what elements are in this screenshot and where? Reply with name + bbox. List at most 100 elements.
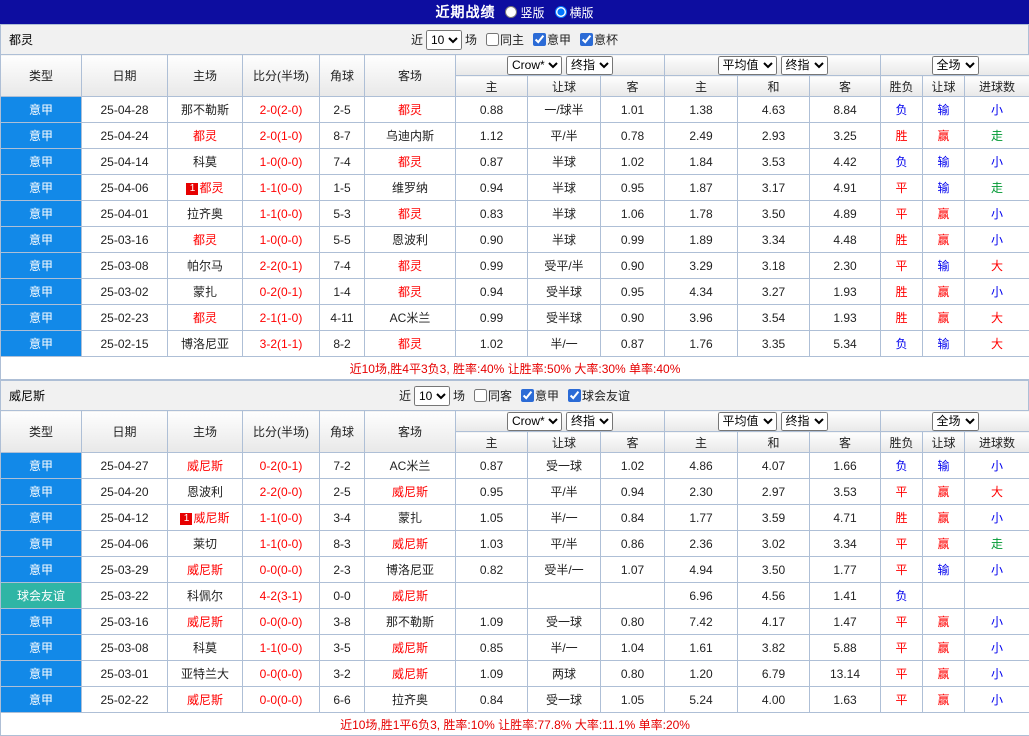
filter-checkbox-input[interactable] (486, 33, 499, 46)
home-team-name: 都灵 (193, 311, 217, 325)
filter-checkbox-2[interactable]: 意甲 (521, 387, 559, 404)
goals-result-cell: 走 (965, 123, 1029, 149)
avg-draw-cell: 3.35 (738, 331, 810, 357)
layout-radio-horizontal[interactable]: 横版 (555, 4, 594, 21)
away-team-cell: 威尼斯 (365, 635, 456, 661)
home-team-cell: 威尼斯 (168, 609, 243, 635)
home-odds-cell: 0.82 (456, 557, 528, 583)
layout-radio-vertical[interactable]: 竖版 (505, 4, 544, 21)
final-index-select-2[interactable]: 终指 (781, 412, 828, 431)
odds-source-select[interactable]: Crow* (507, 56, 562, 75)
horizontal-radio-input[interactable] (555, 6, 567, 18)
handicap-result-cell: 赢 (923, 279, 965, 305)
handicap-result-cell: 赢 (923, 661, 965, 687)
corner-cell: 5-3 (320, 201, 365, 227)
goals-result-cell: 小 (965, 687, 1029, 713)
handicap-result-cell: 赢 (923, 635, 965, 661)
table-row: 意甲25-04-06莱切1-1(0-0)8-3威尼斯1.03平/半0.862.3… (1, 531, 1029, 557)
home-odds-cell: 0.83 (456, 201, 528, 227)
goals-result-cell: 小 (965, 227, 1029, 253)
filter-checkbox-2[interactable]: 意甲 (533, 31, 571, 48)
filter-checkbox-input[interactable] (533, 33, 546, 46)
table-row: 意甲25-04-01拉齐奥1-1(0-0)5-3都灵0.83半球1.061.78… (1, 201, 1029, 227)
avg-draw-cell: 3.34 (738, 227, 810, 253)
date-cell: 25-03-08 (82, 253, 168, 279)
team-name: 都灵 (9, 31, 33, 48)
away-team-name: 拉齐奥 (392, 693, 428, 707)
table-row: 球会友谊25-03-22科佩尔4-2(3-1)0-0威尼斯6.964.561.4… (1, 583, 1029, 609)
date-cell: 25-03-16 (82, 609, 168, 635)
handicap-cell: 平/半 (528, 531, 601, 557)
filter-checkbox-input[interactable] (474, 389, 487, 402)
filter-checkbox-input[interactable] (521, 389, 534, 402)
away-team-name: 威尼斯 (392, 667, 428, 681)
sub-column-header: 主 (456, 432, 528, 453)
home-team-cell: 科莫 (168, 149, 243, 175)
table-row: 意甲25-04-14科莫1-0(0-0)7-4都灵0.87半球1.021.843… (1, 149, 1029, 175)
average-select[interactable]: 平均值 (718, 412, 777, 431)
avg-away-cell: 4.48 (810, 227, 881, 253)
handicap-result-cell: 赢 (923, 479, 965, 505)
topbar: 近期战绩 竖版 横版 (0, 0, 1029, 24)
home-team-cell: 亚特兰大 (168, 661, 243, 687)
column-header: 角球 (320, 55, 365, 97)
away-odds-cell: 0.80 (601, 661, 665, 687)
full-match-select[interactable]: 全场 (932, 412, 979, 431)
score-cell: 2-0(2-0) (243, 97, 320, 123)
avg-away-cell: 5.34 (810, 331, 881, 357)
goals-result-cell: 大 (965, 479, 1029, 505)
home-team-name: 科莫 (193, 641, 217, 655)
corner-cell: 8-3 (320, 531, 365, 557)
final-index-select-1[interactable]: 终指 (566, 56, 613, 75)
avg-draw-cell: 4.17 (738, 609, 810, 635)
table-row: 意甲25-02-22威尼斯0-0(0-0)6-6拉齐奥0.84受一球1.055.… (1, 687, 1029, 713)
odds-source-select[interactable]: Crow* (507, 412, 562, 431)
date-cell: 25-04-06 (82, 531, 168, 557)
filter-checkbox-input[interactable] (568, 389, 581, 402)
away-team-cell: 蒙扎 (365, 505, 456, 531)
filter-checkbox-3[interactable]: 意杯 (580, 31, 618, 48)
filter-checkbox-3[interactable]: 球会友谊 (568, 387, 630, 404)
result-cell: 负 (881, 97, 923, 123)
home-team-name: 科佩尔 (187, 589, 223, 603)
filter-checkbox-label: 意杯 (594, 31, 618, 48)
filter-checkbox-1[interactable]: 同客 (474, 387, 512, 404)
average-select[interactable]: 平均值 (718, 56, 777, 75)
date-cell: 25-02-15 (82, 331, 168, 357)
match-count-select[interactable]: 10 (414, 386, 450, 406)
final-index-select-2[interactable]: 终指 (781, 56, 828, 75)
type-cell: 意甲 (1, 479, 82, 505)
table-row: 意甲25-03-01亚特兰大0-0(0-0)3-2威尼斯1.09两球0.801.… (1, 661, 1029, 687)
sub-column-header: 让球 (528, 432, 601, 453)
final-index-select-1[interactable]: 终指 (566, 412, 613, 431)
summary-text: 近10场,胜4平3负3, 胜率:40% 让胜率:50% 大率:30% 单率:40… (1, 357, 1029, 380)
handicap-result-cell: 赢 (923, 505, 965, 531)
date-cell: 25-03-02 (82, 279, 168, 305)
away-team-name: 都灵 (398, 207, 422, 221)
home-team-cell: 帕尔马 (168, 253, 243, 279)
corner-cell: 5-5 (320, 227, 365, 253)
table-row: 意甲25-03-08科莫1-1(0-0)3-5威尼斯0.85半/一1.041.6… (1, 635, 1029, 661)
goals-result-cell: 小 (965, 279, 1029, 305)
away-team-cell: 恩波利 (365, 227, 456, 253)
away-odds-cell: 0.94 (601, 479, 665, 505)
score-cell: 0-0(0-0) (243, 609, 320, 635)
match-count-select[interactable]: 10 (426, 30, 462, 50)
away-team-name: AC米兰 (390, 311, 431, 325)
filter-checkbox-input[interactable] (580, 33, 593, 46)
column-header: 主场 (168, 411, 243, 453)
filter-checkbox-label: 意甲 (535, 387, 559, 404)
header-row-top: 类型日期主场比分(半场)角球客场Crow*终指平均值终指全场 (1, 55, 1029, 76)
away-team-cell: 拉齐奥 (365, 687, 456, 713)
score-cell: 2-0(1-0) (243, 123, 320, 149)
score-cell: 1-1(0-0) (243, 175, 320, 201)
away-team-cell: AC米兰 (365, 305, 456, 331)
handicap-result-cell: 赢 (923, 123, 965, 149)
full-match-select[interactable]: 全场 (932, 56, 979, 75)
filter-checkbox-1[interactable]: 同主 (486, 31, 524, 48)
vertical-radio-input[interactable] (505, 6, 517, 18)
avg-home-cell: 1.84 (665, 149, 738, 175)
home-team-name: 威尼斯 (187, 615, 223, 629)
column-header: 角球 (320, 411, 365, 453)
handicap-result-cell: 赢 (923, 531, 965, 557)
